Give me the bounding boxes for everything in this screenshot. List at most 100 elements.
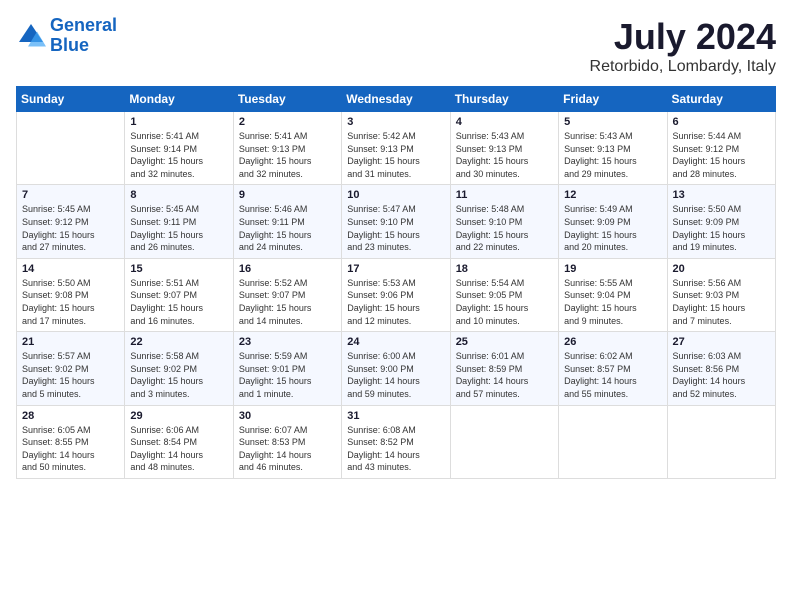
calendar-cell: 18 Sunrise: 5:54 AM Sunset: 9:05 PM Dayli… bbox=[450, 258, 558, 331]
calendar-cell: 30 Sunrise: 6:07 AM Sunset: 8:53 PM Dayli… bbox=[233, 405, 341, 478]
logo-icon bbox=[16, 21, 46, 51]
calendar-cell: 29Sunrise: 6:06 AM Sunset: 8:54 PM Dayli… bbox=[125, 405, 233, 478]
cell-content: Sunrise: 6:05 AM Sunset: 8:55 PM Dayligh… bbox=[22, 424, 119, 474]
calendar-cell: 13Sunrise: 5:50 AM Sunset: 9:09 PM Dayli… bbox=[667, 185, 775, 258]
calendar-cell: 27 Sunrise: 6:03 AM Sunset: 8:56 PM Dayli… bbox=[667, 332, 775, 405]
day-number: 22 bbox=[130, 336, 227, 348]
day-number: 9 bbox=[239, 189, 336, 201]
day-number: 12 bbox=[564, 189, 661, 201]
calendar-cell: 31 Sunrise: 6:08 AM Sunset: 8:52 PM Dayli… bbox=[342, 405, 450, 478]
day-number: 21 bbox=[22, 336, 119, 348]
cell-content: Sunrise: 5:57 AM Sunset: 9:02 PM Dayligh… bbox=[22, 350, 119, 400]
calendar-week-2: 7 Sunrise: 5:45 AM Sunset: 9:12 PM Daylig… bbox=[17, 185, 776, 258]
day-number: 11 bbox=[456, 189, 553, 201]
cell-content: Sunrise: 5:45 AM Sunset: 9:12 PM Dayligh… bbox=[22, 203, 119, 253]
cell-content: Sunrise: 6:07 AM Sunset: 8:53 PM Dayligh… bbox=[239, 424, 336, 474]
cell-content: Sunrise: 6:03 AM Sunset: 8:56 PM Dayligh… bbox=[673, 350, 770, 400]
day-number: 6 bbox=[673, 116, 770, 128]
cell-content: Sunrise: 6:00 AM Sunset: 9:00 PM Dayligh… bbox=[347, 350, 444, 400]
header-sunday: Sunday bbox=[17, 87, 125, 112]
logo-line2: Blue bbox=[50, 35, 89, 55]
cell-content: Sunrise: 6:08 AM Sunset: 8:52 PM Dayligh… bbox=[347, 424, 444, 474]
calendar-cell: 28 Sunrise: 6:05 AM Sunset: 8:55 PM Dayli… bbox=[17, 405, 125, 478]
cell-content: Sunrise: 6:02 AM Sunset: 8:57 PM Dayligh… bbox=[564, 350, 661, 400]
day-number: 3 bbox=[347, 116, 444, 128]
calendar-cell bbox=[559, 405, 667, 478]
day-number: 2 bbox=[239, 116, 336, 128]
calendar: Sunday Monday Tuesday Wednesday Thursday… bbox=[16, 86, 776, 479]
calendar-cell: 2 Sunrise: 5:41 AM Sunset: 9:13 PM Daylig… bbox=[233, 112, 341, 185]
cell-content: Sunrise: 5:54 AM Sunset: 9:05 PM Dayligh… bbox=[456, 277, 553, 327]
day-number: 7 bbox=[22, 189, 119, 201]
calendar-cell: 26Sunrise: 6:02 AM Sunset: 8:57 PM Dayli… bbox=[559, 332, 667, 405]
calendar-cell: 3 Sunrise: 5:42 AM Sunset: 9:13 PM Daylig… bbox=[342, 112, 450, 185]
calendar-cell: 23Sunrise: 5:59 AM Sunset: 9:01 PM Dayli… bbox=[233, 332, 341, 405]
header-friday: Friday bbox=[559, 87, 667, 112]
calendar-cell: 11Sunrise: 5:48 AM Sunset: 9:10 PM Dayli… bbox=[450, 185, 558, 258]
calendar-cell bbox=[667, 405, 775, 478]
cell-content: Sunrise: 5:53 AM Sunset: 9:06 PM Dayligh… bbox=[347, 277, 444, 327]
calendar-cell: 15 Sunrise: 5:51 AM Sunset: 9:07 PM Dayli… bbox=[125, 258, 233, 331]
logo-text: General Blue bbox=[50, 16, 117, 56]
cell-content: Sunrise: 5:58 AM Sunset: 9:02 PM Dayligh… bbox=[130, 350, 227, 400]
header-tuesday: Tuesday bbox=[233, 87, 341, 112]
calendar-cell: 6 Sunrise: 5:44 AM Sunset: 9:12 PM Daylig… bbox=[667, 112, 775, 185]
day-number: 29 bbox=[130, 410, 227, 422]
cell-content: Sunrise: 5:44 AM Sunset: 9:12 PM Dayligh… bbox=[673, 130, 770, 180]
cell-content: Sunrise: 5:41 AM Sunset: 9:13 PM Dayligh… bbox=[239, 130, 336, 180]
calendar-cell: 4Sunrise: 5:43 AM Sunset: 9:13 PM Daylig… bbox=[450, 112, 558, 185]
day-number: 4 bbox=[456, 116, 553, 128]
calendar-header-row: Sunday Monday Tuesday Wednesday Thursday… bbox=[17, 87, 776, 112]
cell-content: Sunrise: 5:46 AM Sunset: 9:11 PM Dayligh… bbox=[239, 203, 336, 253]
calendar-cell: 8Sunrise: 5:45 AM Sunset: 9:11 PM Daylig… bbox=[125, 185, 233, 258]
calendar-cell bbox=[17, 112, 125, 185]
day-number: 10 bbox=[347, 189, 444, 201]
month-year: July 2024 bbox=[590, 16, 776, 58]
calendar-cell: 17 Sunrise: 5:53 AM Sunset: 9:06 PM Dayli… bbox=[342, 258, 450, 331]
calendar-week-3: 14 Sunrise: 5:50 AM Sunset: 9:08 PM Dayli… bbox=[17, 258, 776, 331]
logo-line1: General bbox=[50, 15, 117, 35]
cell-content: Sunrise: 5:52 AM Sunset: 9:07 PM Dayligh… bbox=[239, 277, 336, 327]
cell-content: Sunrise: 5:47 AM Sunset: 9:10 PM Dayligh… bbox=[347, 203, 444, 253]
calendar-cell: 12 Sunrise: 5:49 AM Sunset: 9:09 PM Dayli… bbox=[559, 185, 667, 258]
day-number: 16 bbox=[239, 263, 336, 275]
cell-content: Sunrise: 5:45 AM Sunset: 9:11 PM Dayligh… bbox=[130, 203, 227, 253]
location: Retorbido, Lombardy, Italy bbox=[590, 58, 776, 76]
cell-content: Sunrise: 5:43 AM Sunset: 9:13 PM Dayligh… bbox=[564, 130, 661, 180]
calendar-cell: 14 Sunrise: 5:50 AM Sunset: 9:08 PM Dayli… bbox=[17, 258, 125, 331]
logo: General Blue bbox=[16, 16, 117, 56]
day-number: 13 bbox=[673, 189, 770, 201]
calendar-cell: 19Sunrise: 5:55 AM Sunset: 9:04 PM Dayli… bbox=[559, 258, 667, 331]
calendar-cell bbox=[450, 405, 558, 478]
calendar-cell: 22 Sunrise: 5:58 AM Sunset: 9:02 PM Dayli… bbox=[125, 332, 233, 405]
day-number: 14 bbox=[22, 263, 119, 275]
header-wednesday: Wednesday bbox=[342, 87, 450, 112]
day-number: 24 bbox=[347, 336, 444, 348]
day-number: 30 bbox=[239, 410, 336, 422]
header-thursday: Thursday bbox=[450, 87, 558, 112]
cell-content: Sunrise: 5:51 AM Sunset: 9:07 PM Dayligh… bbox=[130, 277, 227, 327]
calendar-week-5: 28 Sunrise: 6:05 AM Sunset: 8:55 PM Dayli… bbox=[17, 405, 776, 478]
calendar-cell: 24 Sunrise: 6:00 AM Sunset: 9:00 PM Dayli… bbox=[342, 332, 450, 405]
day-number: 25 bbox=[456, 336, 553, 348]
header-saturday: Saturday bbox=[667, 87, 775, 112]
title-area: July 2024 Retorbido, Lombardy, Italy bbox=[590, 16, 776, 76]
cell-content: Sunrise: 5:42 AM Sunset: 9:13 PM Dayligh… bbox=[347, 130, 444, 180]
cell-content: Sunrise: 5:41 AM Sunset: 9:14 PM Dayligh… bbox=[130, 130, 227, 180]
cell-content: Sunrise: 5:49 AM Sunset: 9:09 PM Dayligh… bbox=[564, 203, 661, 253]
day-number: 31 bbox=[347, 410, 444, 422]
day-number: 15 bbox=[130, 263, 227, 275]
day-number: 18 bbox=[456, 263, 553, 275]
calendar-cell: 25Sunrise: 6:01 AM Sunset: 8:59 PM Dayli… bbox=[450, 332, 558, 405]
day-number: 17 bbox=[347, 263, 444, 275]
day-number: 20 bbox=[673, 263, 770, 275]
calendar-cell: 7 Sunrise: 5:45 AM Sunset: 9:12 PM Daylig… bbox=[17, 185, 125, 258]
day-number: 19 bbox=[564, 263, 661, 275]
cell-content: Sunrise: 5:50 AM Sunset: 9:08 PM Dayligh… bbox=[22, 277, 119, 327]
calendar-cell: 16 Sunrise: 5:52 AM Sunset: 9:07 PM Dayli… bbox=[233, 258, 341, 331]
cell-content: Sunrise: 5:56 AM Sunset: 9:03 PM Dayligh… bbox=[673, 277, 770, 327]
day-number: 28 bbox=[22, 410, 119, 422]
day-number: 27 bbox=[673, 336, 770, 348]
calendar-cell: 10 Sunrise: 5:47 AM Sunset: 9:10 PM Dayli… bbox=[342, 185, 450, 258]
day-number: 5 bbox=[564, 116, 661, 128]
